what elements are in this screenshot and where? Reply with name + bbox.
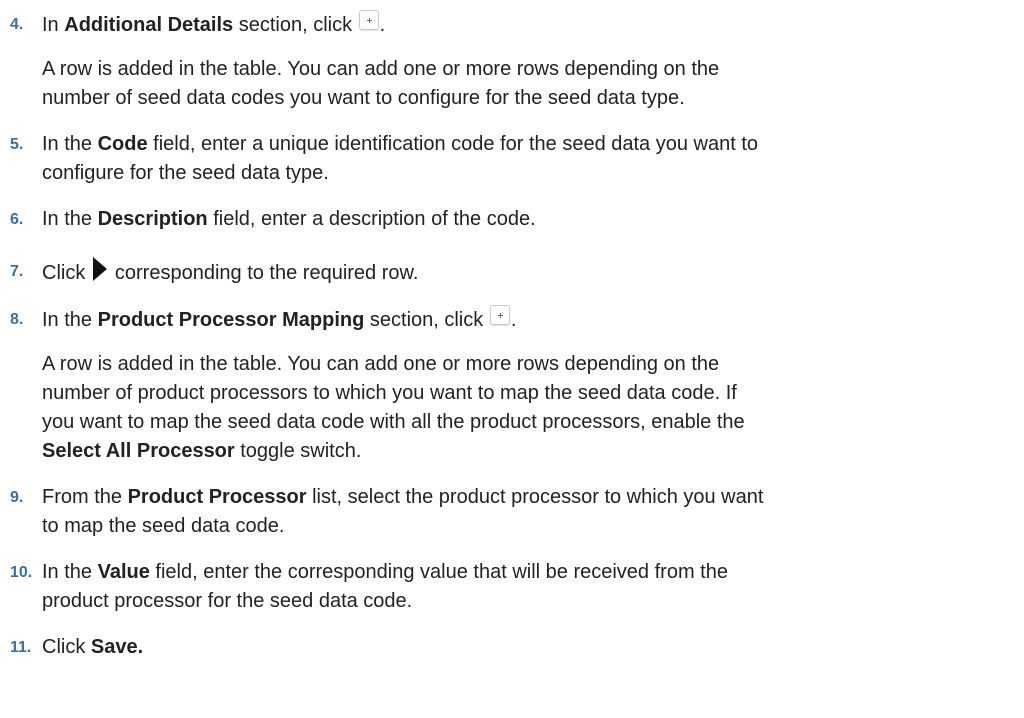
step-text: Click Save.: [42, 636, 144, 658]
step-7: 7. Click corresponding to the required r…: [0, 257, 1004, 288]
procedure-steps: 4. In Additional Details section, click …: [0, 0, 1024, 662]
step-number: 6.: [10, 211, 24, 228]
step-text: In the Value field, enter the correspond…: [42, 561, 728, 583]
step-4: 4. In Additional Details section, click …: [0, 10, 1004, 113]
ui-term: Value: [97, 561, 150, 583]
step-text: In the Product Processor Mapping section…: [42, 305, 1004, 335]
ui-term: Product Processor: [127, 486, 307, 508]
step-8: 8. In the Product Processor Mapping sect…: [0, 305, 1004, 466]
ui-term: Product Processor Mapping: [97, 309, 365, 331]
step-result: A row is added in the table. You can add…: [42, 353, 745, 462]
step-number: 7.: [10, 263, 24, 280]
step-6: 6. In the Description field, enter a des…: [0, 205, 1004, 234]
step-text: In the Code field, enter a unique identi…: [42, 133, 759, 155]
step-number: 10.: [10, 564, 33, 581]
step-9: 9. From the Product Processor list, sele…: [0, 483, 1004, 541]
ui-term: Save.: [90, 636, 144, 658]
step-10: 10. In the Value field, enter the corres…: [0, 558, 1004, 616]
step-number: 8.: [10, 311, 24, 328]
step-text: Click corresponding to the required row.: [42, 257, 1004, 288]
step-number: 9.: [10, 489, 24, 506]
ui-term: Additional Details: [64, 14, 234, 36]
ui-term: Select All Processor: [42, 440, 235, 462]
step-text: In the Description field, enter a descri…: [42, 208, 536, 230]
step-text: From the Product Processor list, select …: [42, 486, 764, 508]
step-number: 11.: [10, 639, 32, 656]
step-11: 11. Click Save.: [0, 633, 1004, 662]
step-5: 5. In the Code field, enter a unique ide…: [0, 130, 1004, 188]
plus-icon: [489, 305, 510, 325]
step-text: In Additional Details section, click .: [42, 10, 1004, 40]
ui-term: Description: [97, 208, 208, 230]
caret-right-icon: [92, 257, 107, 281]
step-number: 4.: [10, 16, 24, 33]
step-result: A row is added in the table. You can add…: [42, 58, 720, 109]
step-number: 5.: [10, 136, 24, 153]
ui-term: Code: [97, 133, 148, 155]
plus-icon: [358, 10, 379, 30]
